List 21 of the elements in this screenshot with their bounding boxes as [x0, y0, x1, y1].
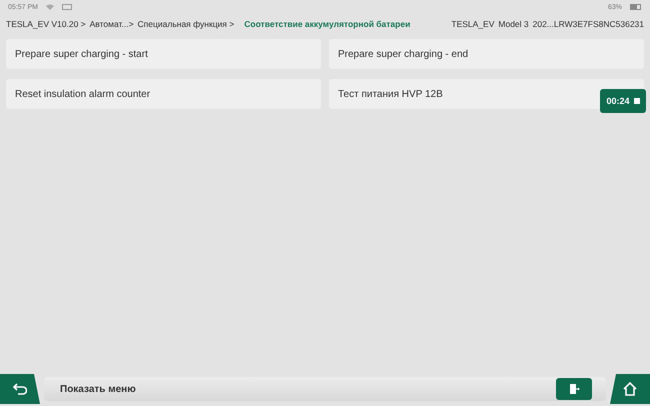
stop-icon — [634, 98, 640, 104]
vehicle-info: 202...LRW3E7FS8NC536231 — [532, 19, 644, 29]
breadcrumb-item[interactable]: Автомат...> — [90, 19, 134, 29]
function-item[interactable]: Prepare super charging - end — [329, 39, 644, 69]
battery-icon — [630, 4, 642, 10]
breadcrumb-item[interactable]: TESLA_EV V10.20 > — [6, 19, 86, 29]
wifi-icon — [46, 4, 54, 10]
function-item[interactable]: Prepare super charging - start — [6, 39, 321, 69]
back-button[interactable] — [0, 374, 40, 404]
breadcrumb-item[interactable]: Специальная функция > — [138, 19, 234, 29]
exit-button[interactable] — [556, 378, 592, 400]
show-menu-button[interactable]: Показать меню — [60, 384, 136, 394]
function-item[interactable]: Reset insulation alarm counter — [6, 79, 321, 109]
back-icon — [13, 383, 27, 395]
timer-badge[interactable]: 00:24 — [600, 89, 646, 113]
breadcrumb-current: Соответствие аккумуляторной батареи — [244, 19, 410, 29]
home-button[interactable] — [610, 374, 650, 404]
exit-icon — [568, 383, 580, 395]
vehicle-info: TESLA_EV — [451, 19, 494, 29]
home-icon — [622, 382, 638, 396]
vehicle-info: Model 3 — [498, 19, 529, 29]
